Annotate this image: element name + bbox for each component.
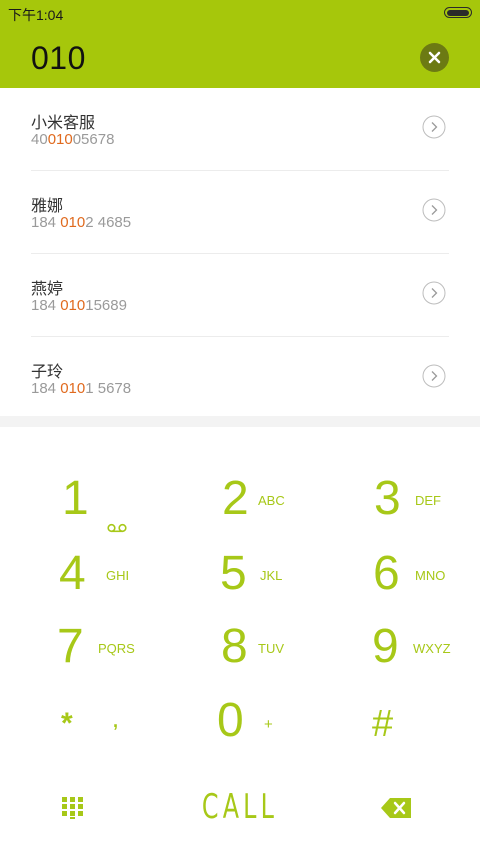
contact-phone: 184 01015689 — [31, 297, 127, 314]
key-7[interactable]: 7 PQRS — [0, 605, 160, 680]
contact-phone: 4001005678 — [31, 131, 115, 148]
key-letters: TUV — [258, 641, 284, 656]
contact-name: 小米客服 — [31, 115, 96, 132]
chevron-right-icon[interactable] — [422, 364, 446, 388]
key-letters: + — [264, 716, 273, 733]
contact-row[interactable]: 子玲 184 0101 5678 — [31, 337, 449, 419]
key-letters: JKL — [260, 568, 283, 583]
key-digit: 5 — [220, 547, 247, 600]
key-letters: ABC — [258, 493, 285, 508]
key-6[interactable]: 6 MNO — [320, 532, 480, 607]
chevron-right-icon[interactable] — [422, 115, 446, 139]
key-star[interactable]: * , — [0, 679, 160, 754]
contact-name: 子玲 — [31, 364, 64, 381]
contact-phone: 184 0101 5678 — [31, 380, 132, 397]
key-digit: # — [372, 703, 394, 745]
key-3[interactable]: 3 DEF — [320, 457, 480, 532]
key-digit: * — [61, 707, 73, 740]
contact-results-list: 小米客服 4001005678 雅娜 184 0102 4685 燕婷 184 … — [0, 88, 480, 419]
contact-row[interactable]: 小米客服 4001005678 — [31, 88, 449, 171]
key-letters: , — [113, 711, 119, 731]
key-digit: 0 — [217, 694, 244, 747]
backspace-button[interactable] — [320, 767, 480, 842]
status-time: 下午1:04 — [8, 7, 64, 23]
key-letters: DEF — [415, 493, 441, 508]
battery-icon — [444, 7, 472, 18]
key-1[interactable]: 1 — [0, 457, 160, 533]
key-digit: 7 — [57, 620, 84, 673]
key-2[interactable]: 2 ABC — [160, 457, 320, 532]
phone-match-highlight: 010 — [60, 214, 86, 231]
key-letters: MNO — [415, 568, 446, 583]
key-digit: 2 — [222, 472, 249, 525]
dial-keypad: 1 2 ABC 3 DEF 4 GHI 5 JKL 6 MNO 7 PQRS 8… — [0, 427, 480, 853]
key-4[interactable]: 4 GHI — [0, 532, 160, 607]
dialed-number-field[interactable]: 010 — [31, 40, 86, 77]
key-letters: GHI — [106, 568, 130, 583]
phone-match-highlight: 010 — [60, 297, 86, 314]
header: 下午1:04 010 — [0, 0, 480, 88]
backspace-icon — [381, 798, 411, 818]
key-digit: 4 — [59, 547, 86, 600]
key-digit: 3 — [374, 472, 401, 525]
contact-name: 雅娜 — [31, 198, 64, 215]
key-digit: 8 — [221, 620, 248, 673]
key-9[interactable]: 9 WXYZ — [320, 605, 480, 680]
contact-name: 燕婷 — [31, 281, 64, 298]
close-icon — [428, 51, 441, 64]
key-digit: 6 — [373, 547, 400, 600]
key-digit: 9 — [372, 620, 399, 673]
key-0[interactable]: 0 + — [160, 679, 320, 754]
divider — [0, 416, 480, 427]
key-5[interactable]: 5 JKL — [160, 532, 320, 607]
clear-input-button[interactable] — [420, 43, 449, 72]
contact-phone: 184 0102 4685 — [31, 214, 132, 231]
key-digit: 1 — [62, 472, 89, 525]
phone-match-highlight: 010 — [60, 380, 86, 397]
contact-row[interactable]: 雅娜 184 0102 4685 — [31, 171, 449, 254]
chevron-right-icon[interactable] — [422, 198, 446, 222]
key-letters: WXYZ — [413, 641, 451, 656]
key-letters: PQRS — [98, 641, 135, 656]
key-hash[interactable]: # — [320, 679, 480, 754]
key-8[interactable]: 8 TUV — [160, 605, 320, 680]
call-button[interactable]: CALL — [160, 767, 320, 842]
chevron-right-icon[interactable] — [422, 281, 446, 305]
phone-match-highlight: 010 — [47, 131, 73, 148]
contact-row[interactable]: 燕婷 184 01015689 — [31, 254, 449, 337]
